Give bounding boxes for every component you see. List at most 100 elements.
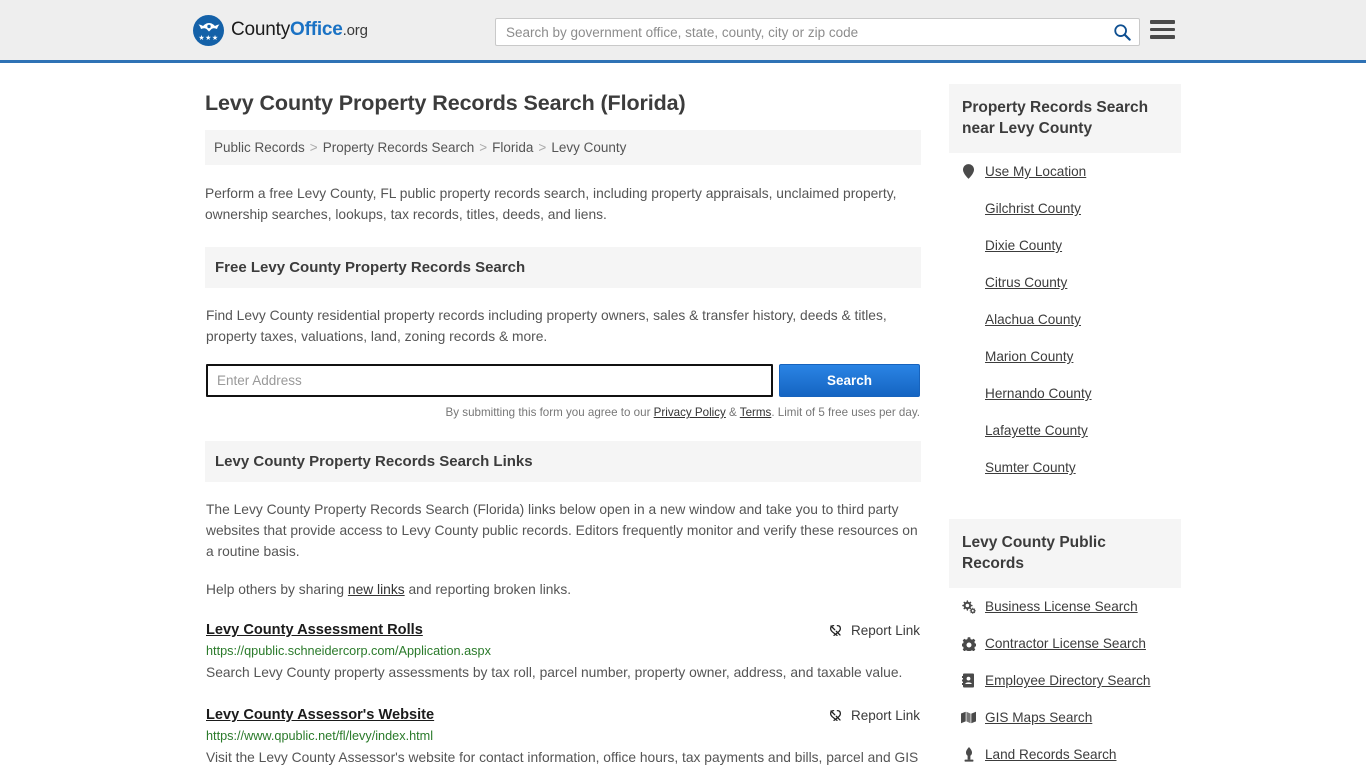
link-entry-description: Search Levy County property assessments …: [206, 665, 903, 680]
unlink-icon: [829, 709, 841, 722]
links-section-body: The Levy County Property Records Search …: [205, 499, 921, 768]
hamburger-bar: [1150, 20, 1175, 24]
sidebar-item-gis-maps-search[interactable]: GIS Maps Search: [985, 710, 1092, 725]
sidebar-item-alachua-county[interactable]: Alachua County: [985, 312, 1081, 327]
breadcrumb-item-public-records[interactable]: Public Records: [214, 140, 305, 155]
share-links-paragraph: Help others by sharing new links and rep…: [206, 579, 920, 600]
address-input[interactable]: [206, 364, 773, 397]
county-office-logo-icon: ★★★: [193, 14, 224, 46]
links-section-paragraph: The Levy County Property Records Search …: [206, 502, 918, 559]
site-logo[interactable]: ★★★ CountyOffice.org: [193, 14, 368, 46]
hamburger-menu-icon[interactable]: [1150, 20, 1175, 39]
public-records-panel: Levy County Public Records Business Lice…: [949, 519, 1181, 768]
sidebar: Property Records Search near Levy County…: [949, 63, 1181, 768]
sidebar-item-land-records-search[interactable]: Land Records Search: [985, 747, 1116, 762]
sidebar-item-employee-directory-search[interactable]: Employee Directory Search: [985, 673, 1150, 688]
search-input[interactable]: [496, 19, 1105, 45]
list-item[interactable]: Gilchrist County: [961, 190, 1181, 227]
list-item[interactable]: Land Records Search: [961, 736, 1181, 768]
help-prefix: Help others by sharing: [206, 582, 348, 597]
privacy-policy-link[interactable]: Privacy Policy: [654, 406, 726, 419]
page-container: Levy County Property Records Search (Flo…: [0, 63, 1366, 768]
logo-stars: ★★★: [198, 34, 219, 42]
public-records-list: Business License Search Contractor Licen…: [949, 588, 1181, 768]
main-content: Levy County Property Records Search (Flo…: [205, 63, 921, 768]
breadcrumb-separator: >: [309, 140, 318, 155]
new-links-link[interactable]: new links: [348, 582, 405, 597]
breadcrumb-separator: >: [479, 140, 488, 155]
map-icon: [961, 711, 976, 724]
hamburger-bar: [1150, 27, 1175, 31]
link-entry-description: Visit the Levy County Assessor's website…: [206, 750, 919, 765]
sidebar-item-citrus-county[interactable]: Citrus County: [985, 275, 1067, 290]
link-entry-title[interactable]: Levy County Assessment Rolls: [206, 622, 423, 638]
report-link-label: Report Link: [850, 708, 920, 723]
form-disclaimer: By submitting this form you agree to our…: [206, 406, 920, 419]
logo-text-office: Office: [290, 19, 343, 40]
address-search-button[interactable]: Search: [779, 364, 920, 397]
sidebar-item-marion-county[interactable]: Marion County: [985, 349, 1073, 364]
search-icon: [1114, 24, 1131, 41]
link-entry-url[interactable]: https://www.qpublic.net/fl/levy/index.ht…: [206, 729, 920, 743]
link-entry: Levy County Assessment Rolls Report Link…: [206, 622, 920, 685]
breadcrumb-item-levy-county[interactable]: Levy County: [551, 140, 626, 155]
sidebar-item-contractor-license-search[interactable]: Contractor License Search: [985, 636, 1146, 651]
disclaimer-suffix: . Limit of 5 free uses per day.: [771, 406, 920, 419]
list-item[interactable]: Business License Search: [961, 588, 1181, 625]
logo-wordmark: CountyOffice.org: [231, 19, 368, 41]
list-item[interactable]: Dixie County: [961, 227, 1181, 264]
eagle-icon: [198, 22, 219, 31]
list-item[interactable]: Lafayette County: [961, 412, 1181, 449]
list-item[interactable]: Employee Directory Search: [961, 662, 1181, 699]
link-entry: Levy County Assessor's Website Report Li…: [206, 707, 920, 768]
free-search-description: Find Levy County residential property re…: [206, 308, 887, 344]
public-records-panel-heading: Levy County Public Records: [949, 519, 1181, 588]
cogs-icon: [961, 599, 976, 614]
sidebar-item-gilchrist-county[interactable]: Gilchrist County: [985, 201, 1081, 216]
breadcrumb-item-property-records-search[interactable]: Property Records Search: [323, 140, 475, 155]
terms-link[interactable]: Terms: [740, 406, 772, 419]
nearby-panel-heading: Property Records Search near Levy County: [949, 84, 1181, 153]
sidebar-item-sumter-county[interactable]: Sumter County: [985, 460, 1076, 475]
header-search-bar[interactable]: [495, 18, 1140, 46]
breadcrumb-separator: >: [538, 140, 547, 155]
list-item[interactable]: Sumter County: [961, 449, 1181, 486]
list-item[interactable]: Citrus County: [961, 264, 1181, 301]
intro-paragraph: Perform a free Levy County, FL public pr…: [205, 186, 897, 222]
search-button[interactable]: [1105, 19, 1139, 45]
sidebar-item-business-license-search[interactable]: Business License Search: [985, 599, 1138, 614]
list-item[interactable]: GIS Maps Search: [961, 699, 1181, 736]
disclaimer-prefix: By submitting this form you agree to our: [445, 406, 654, 419]
list-item[interactable]: Marion County: [961, 338, 1181, 375]
nearby-county-list: Use My Location Gilchrist County Dixie C…: [949, 153, 1181, 486]
breadcrumb: Public Records > Property Records Search > F…: [205, 130, 921, 165]
landmark-icon: [961, 747, 976, 762]
link-entry-title[interactable]: Levy County Assessor's Website: [206, 707, 434, 723]
unlink-icon: [829, 624, 841, 637]
site-header: ★★★ CountyOffice.org: [0, 0, 1366, 63]
links-section-heading: Levy County Property Records Search Link…: [205, 441, 921, 482]
hamburger-bar: [1150, 35, 1175, 39]
disclaimer-amp: &: [725, 406, 740, 419]
help-suffix: and reporting broken links.: [404, 582, 572, 597]
address-book-icon: [961, 673, 976, 688]
map-pin-icon: [961, 164, 976, 179]
free-search-heading: Free Levy County Property Records Search: [205, 247, 921, 288]
sidebar-item-use-my-location[interactable]: Use My Location: [985, 164, 1086, 179]
page-title: Levy County Property Records Search (Flo…: [205, 91, 686, 115]
address-search-form: Search: [206, 364, 920, 397]
logo-text-county: County: [231, 19, 291, 40]
free-search-body: Find Levy County residential property re…: [205, 305, 921, 419]
gear-icon: [961, 636, 976, 651]
list-item[interactable]: Contractor License Search: [961, 625, 1181, 662]
list-item[interactable]: Alachua County: [961, 301, 1181, 338]
breadcrumb-item-florida[interactable]: Florida: [492, 140, 533, 155]
sidebar-item-dixie-county[interactable]: Dixie County: [985, 238, 1062, 253]
sidebar-item-lafayette-county[interactable]: Lafayette County: [985, 423, 1088, 438]
report-link-button[interactable]: Report Link: [828, 622, 920, 638]
list-item[interactable]: Hernando County: [961, 375, 1181, 412]
report-link-button[interactable]: Report Link: [828, 707, 920, 723]
sidebar-item-hernando-county[interactable]: Hernando County: [985, 386, 1092, 401]
list-item[interactable]: Use My Location: [961, 153, 1181, 190]
link-entry-url[interactable]: https://qpublic.schneidercorp.com/Applic…: [206, 644, 920, 658]
